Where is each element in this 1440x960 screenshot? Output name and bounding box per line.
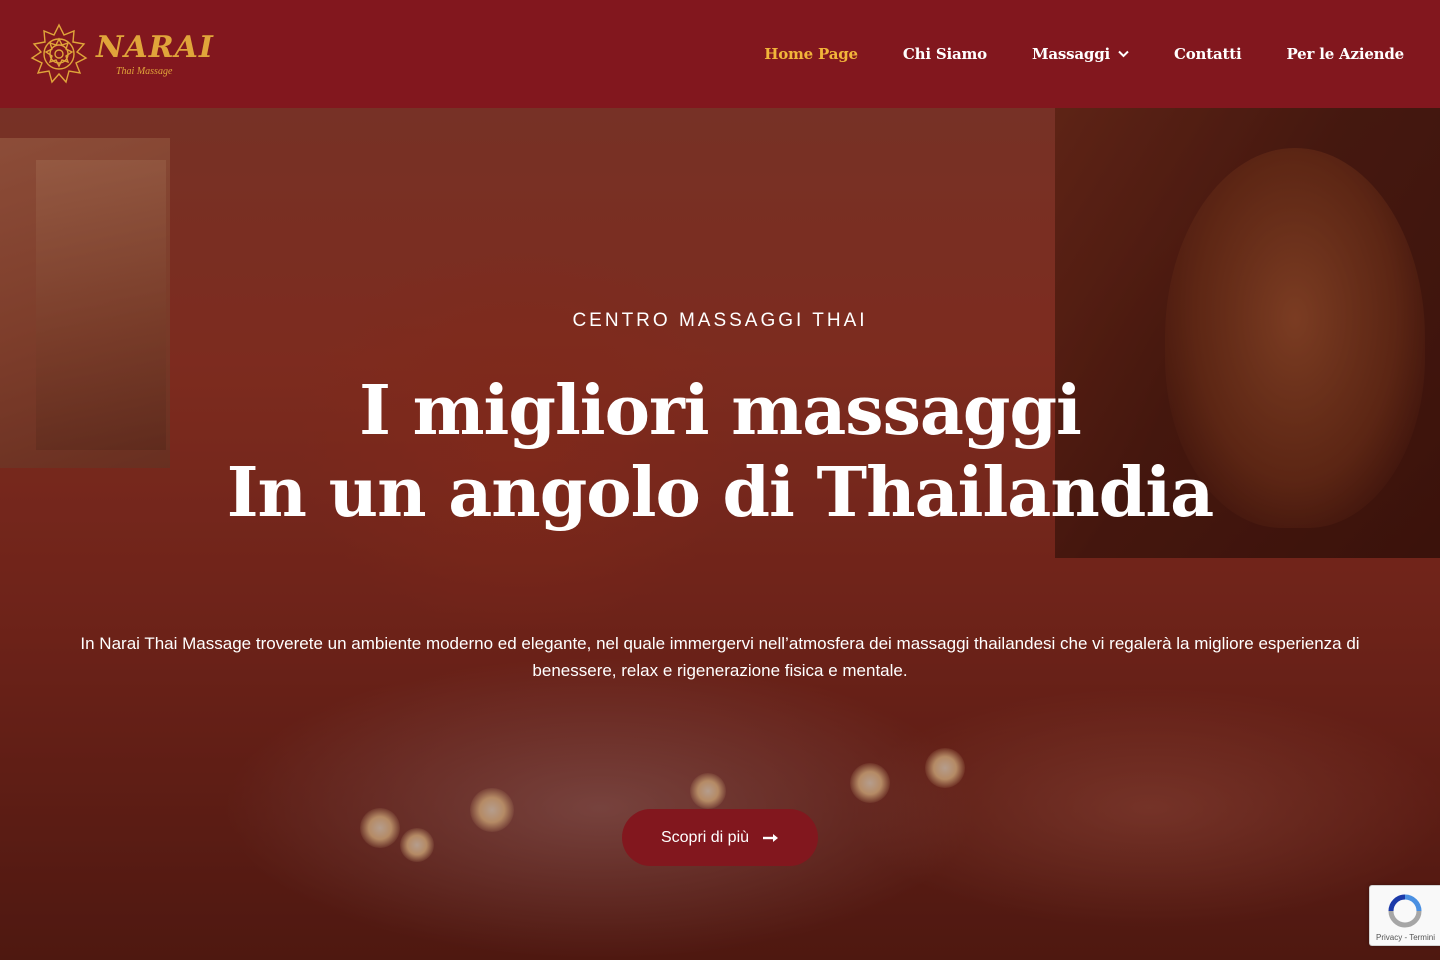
hero-description-line-2: benessere, relax e rigenerazione fisica … xyxy=(532,661,908,680)
hero-eyebrow: CENTRO MASSAGGI THAI xyxy=(572,310,868,331)
brand-tagline: Thai Massage xyxy=(116,65,173,77)
nav-item-label: Chi Siamo xyxy=(902,45,987,63)
hero-description: In Narai Thai Massage troverete un ambie… xyxy=(40,630,1400,684)
mandala-logo-icon xyxy=(30,23,88,84)
recaptcha-badge[interactable]: Privacy - Termini xyxy=(1369,885,1440,946)
nav-item-massaggi[interactable]: Massaggi xyxy=(1032,45,1129,63)
nav-item-label: Contatti xyxy=(1174,45,1242,63)
chevron-down-icon xyxy=(1118,50,1129,58)
nav-item-chi-siamo[interactable]: Chi Siamo xyxy=(903,45,987,63)
nav-item-label: Per le Aziende xyxy=(1286,45,1404,63)
discover-more-label: Scopri di più xyxy=(660,828,750,846)
hero-headline-line-2: In un angolo di Thailandia xyxy=(226,453,1214,533)
nav-item-label: Massaggi xyxy=(1031,45,1110,63)
nav-item-contatti[interactable]: Contatti xyxy=(1174,45,1242,63)
brand-text: NARAI Thai Massage xyxy=(96,29,214,77)
nav-item-per-le-aziende[interactable]: Per le Aziende xyxy=(1286,45,1404,63)
hero-headline-line-1: I migliori massaggi xyxy=(359,371,1082,451)
discover-more-button[interactable]: Scopri di più xyxy=(622,809,818,866)
nav-item-label: Home Page xyxy=(764,45,858,63)
main-nav: Home Page Chi Siamo Massaggi Contatti Pe… xyxy=(764,45,1404,63)
brand-name: NARAI xyxy=(96,29,214,65)
brand-logo[interactable]: NARAI Thai Massage xyxy=(26,19,214,89)
hero-section: CENTRO MASSAGGI THAI I migliori massaggi… xyxy=(0,108,1440,960)
recaptcha-links[interactable]: Privacy - Termini xyxy=(1370,933,1440,942)
arrow-right-icon xyxy=(763,833,779,842)
hero-headline: I migliori massaggi In un angolo di Thai… xyxy=(0,370,1440,534)
nav-item-home-page[interactable]: Home Page xyxy=(764,45,858,63)
hero-content: CENTRO MASSAGGI THAI I migliori massaggi… xyxy=(0,108,1440,960)
recaptcha-icon xyxy=(1388,894,1422,928)
site-header: NARAI Thai Massage Home Page Chi Siamo M… xyxy=(0,0,1440,108)
hero-description-line-1: In Narai Thai Massage troverete un ambie… xyxy=(80,634,1360,653)
